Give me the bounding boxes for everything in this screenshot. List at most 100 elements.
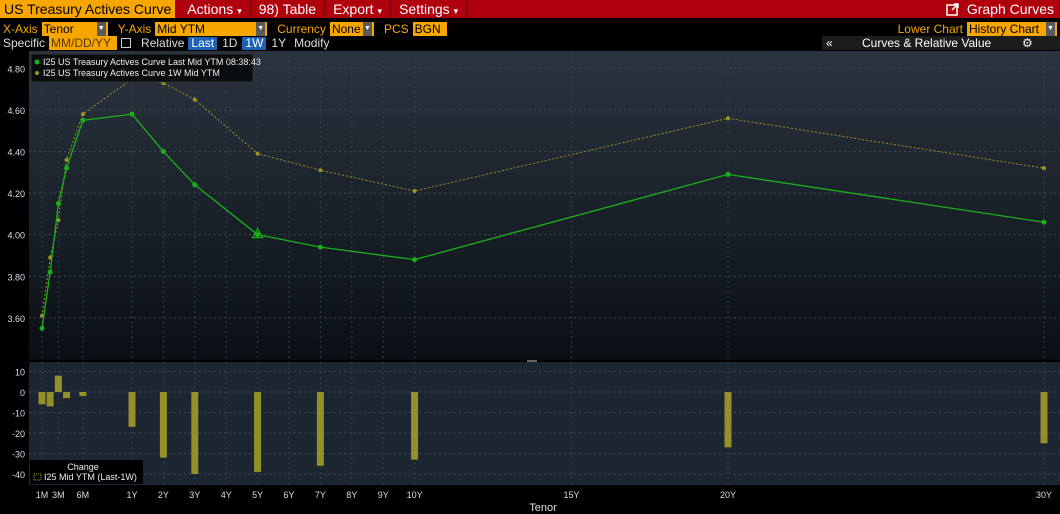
axis-controls-row: X-Axis Tenor ▼ Y-Axis Mid YTM ▼ Currency N… xyxy=(0,21,1060,36)
export-menu[interactable]: Export ▾ xyxy=(325,0,392,18)
x-axis-select[interactable]: Tenor ▼ xyxy=(41,21,108,36)
last-curve-point xyxy=(80,117,86,123)
x-tick-label: 20Y xyxy=(720,490,736,500)
bottom-legend: Change I25 Mid YTM (Last-1W) xyxy=(30,460,143,484)
week-curve-point xyxy=(1042,166,1046,171)
x-tick-label: 3M xyxy=(52,490,65,500)
week-curve-point xyxy=(80,112,85,117)
x-tick-label: 8Y xyxy=(346,490,357,500)
relative-1d-button[interactable]: 1D xyxy=(219,36,240,50)
change-bar xyxy=(79,392,87,397)
collapse-panel-icon[interactable]: « xyxy=(826,36,833,50)
table-menu[interactable]: 98) Table xyxy=(251,0,326,18)
specific-label: Specific xyxy=(3,36,46,50)
screen-title: US Treasury Actives Curve xyxy=(0,0,176,18)
top-y-tick-label: 4.00 xyxy=(7,231,25,241)
change-bar xyxy=(128,392,136,427)
last-curve-point xyxy=(160,149,166,155)
change-bar xyxy=(254,392,262,472)
actions-menu[interactable]: Actions ▾ xyxy=(179,0,251,18)
legend-entry-week: I25 US Treasury Actives Curve 1W Mid YTM xyxy=(43,68,220,78)
last-curve-point xyxy=(64,165,70,171)
x-tick-label: 10Y xyxy=(407,490,423,500)
last-curve-point xyxy=(317,244,323,250)
x-tick-label: 9Y xyxy=(378,490,389,500)
last-curve-point xyxy=(1041,219,1047,225)
top-y-tick-label: 4.20 xyxy=(7,189,25,199)
week-curve-point xyxy=(412,189,417,194)
last-curve-point xyxy=(55,201,61,206)
currency-select[interactable]: None ▼ xyxy=(329,21,374,36)
bottom-y-tick-label: -30 xyxy=(12,450,25,460)
pcs-label: PCS xyxy=(383,21,409,36)
x-tick-label: 6M xyxy=(77,490,90,500)
bottom-y-tick-label: -40 xyxy=(12,470,25,480)
y-axis-select[interactable]: Mid YTM ▼ xyxy=(155,21,268,36)
week-curve-point xyxy=(318,168,323,173)
top-y-axis: 3.60 3.80 4.00 4.20 4.40 4.60 4.80 xyxy=(7,64,25,323)
currency-label: Currency xyxy=(277,21,326,36)
panel-title: Curves & Relative Value xyxy=(862,36,992,50)
last-curve-point xyxy=(47,269,53,275)
change-bar xyxy=(46,392,54,407)
curves-relative-value-panel: « Curves & Relative Value ⚙ xyxy=(822,36,1060,50)
graph-curves-button[interactable]: Graph Curves xyxy=(946,1,1060,17)
legend-last-marker xyxy=(34,59,40,65)
pcs-input[interactable]: BGN xyxy=(412,21,447,36)
top-y-tick-label: 4.80 xyxy=(7,64,25,74)
relative-1y-button[interactable]: 1Y xyxy=(268,36,289,50)
week-curve-point xyxy=(64,157,69,162)
dropdown-arrow-icon: ▼ xyxy=(1046,21,1055,36)
bottom-legend-entry: I25 Mid YTM (Last-1W) xyxy=(44,472,137,482)
x-axis-title: Tenor xyxy=(529,502,557,514)
x-tick-label: 7Y xyxy=(315,490,326,500)
lower-chart-select[interactable]: History Chart ▼ xyxy=(967,21,1057,36)
x-tick-label: 2Y xyxy=(158,490,169,500)
last-curve-point xyxy=(129,111,135,117)
relative-1w-button[interactable]: 1W xyxy=(242,36,267,50)
top-y-tick-label: 4.60 xyxy=(7,106,25,116)
relative-label: Relative xyxy=(141,36,185,50)
bottom-y-tick-label: -20 xyxy=(12,429,25,439)
bottom-y-tick-label: 10 xyxy=(15,368,25,378)
calendar-icon[interactable] xyxy=(121,38,132,48)
legend-entry-last: I25 US Treasury Actives Curve Last Mid Y… xyxy=(43,57,261,67)
yield-curve-chart: 3.60 3.80 4.00 4.20 4.40 4.60 4.80 10 0 -10 -20 -3… xyxy=(7,51,1060,514)
bottom-y-axis: 10 0 -10 -20 -30 -40 xyxy=(12,368,25,481)
caret-down-icon: ▾ xyxy=(453,6,459,16)
bottom-y-tick-label: -10 xyxy=(12,409,25,419)
change-bar xyxy=(159,392,167,458)
x-tick-label: 6Y xyxy=(283,490,294,500)
bottom-plot-background xyxy=(29,362,1060,485)
change-bar xyxy=(411,392,419,460)
last-curve-point xyxy=(39,325,45,331)
splitter-handle[interactable] xyxy=(527,360,537,362)
change-bar xyxy=(1040,392,1048,444)
dropdown-arrow-icon: ▼ xyxy=(362,21,372,36)
external-link-icon xyxy=(946,2,959,16)
modify-button[interactable]: Modify xyxy=(291,36,332,50)
date-input[interactable]: MM/DD/YY xyxy=(49,36,118,50)
relative-last-button[interactable]: Last xyxy=(188,36,218,50)
caret-down-icon: ▾ xyxy=(377,6,383,16)
last-curve-point xyxy=(412,257,418,263)
bottom-legend-title: Change xyxy=(67,462,99,472)
last-curve-point xyxy=(192,182,198,188)
change-bar xyxy=(316,392,324,466)
change-bar xyxy=(54,375,62,392)
top-y-tick-label: 3.80 xyxy=(7,272,25,282)
top-plot-background xyxy=(29,51,1060,360)
top-y-tick-label: 4.40 xyxy=(7,148,25,158)
change-bar xyxy=(191,392,199,474)
top-y-tick-label: 3.60 xyxy=(7,314,25,324)
lower-chart-label: Lower Chart xyxy=(897,21,963,36)
x-tick-label: 4Y xyxy=(221,490,232,500)
x-tick-label: 1M xyxy=(36,490,49,500)
settings-menu[interactable]: Settings ▾ xyxy=(391,0,468,18)
x-axis-label: X-Axis xyxy=(3,21,38,36)
x-tick-label: 30Y xyxy=(1036,490,1052,500)
x-tick-label: 15Y xyxy=(563,490,579,500)
week-curve-point xyxy=(192,97,197,102)
x-tick-label: 1Y xyxy=(126,490,137,500)
gear-icon[interactable]: ⚙ xyxy=(1022,36,1033,50)
